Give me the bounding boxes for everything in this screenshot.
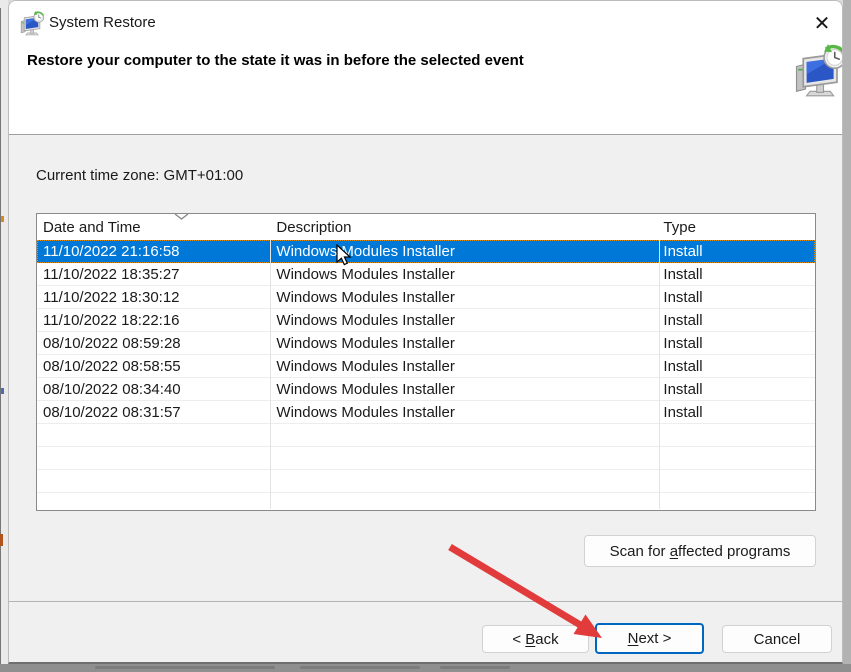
cell-type: Install [663,288,703,306]
page-instruction: Restore your computer to the state it wa… [27,52,524,69]
window-title: System Restore [49,14,156,31]
cell-description: Windows Modules Installer [276,403,455,421]
table-row[interactable]: 08/10/2022 08:59:28 Windows Modules Inst… [37,332,815,355]
cell-date: 08/10/2022 08:59:28 [43,334,181,352]
cell-type: Install [663,334,703,352]
cell-type: Install [663,357,703,375]
system-restore-icon-large [792,42,842,103]
column-divider [659,215,660,509]
cell-type: Install [663,265,703,283]
column-header-description[interactable]: Description [269,219,657,236]
timezone-label: Current time zone: GMT+01:00 [36,167,244,184]
column-header-date[interactable]: Date and Time [37,219,269,236]
cell-description: Windows Modules Installer [276,242,455,260]
restore-points-list: Date and Time Description Type 11/10/202… [36,213,816,511]
cell-type: Install [663,380,703,398]
cell-description: Windows Modules Installer [276,334,455,352]
sort-descending-chevron-icon [174,214,189,225]
cell-description: Windows Modules Installer [276,288,455,306]
cell-date: 11/10/2022 18:30:12 [43,288,180,306]
background-window-bottom-edge [0,664,851,672]
cell-type: Install [663,242,703,260]
footer-separator [9,601,842,602]
cell-date: 08/10/2022 08:58:55 [43,357,181,375]
background-window-left-edge [0,0,8,664]
back-button[interactable]: < Back [482,625,589,653]
cell-date: 11/10/2022 18:22:16 [43,311,180,329]
empty-row [37,470,815,493]
empty-row [37,447,815,470]
list-header-row: Date and Time Description Type [37,214,815,240]
empty-row [37,424,815,447]
background-fragment [1,216,4,222]
table-row[interactable]: 08/10/2022 08:58:55 Windows Modules Inst… [37,355,815,378]
close-icon: ✕ [813,12,831,35]
scan-for-affected-programs-button[interactable]: Scan for a ffected programs [584,535,816,567]
close-button[interactable]: ✕ [805,7,839,39]
column-header-type[interactable]: Type [657,219,815,236]
table-row[interactable]: 08/10/2022 08:34:40 Windows Modules Inst… [37,378,815,401]
cell-description: Windows Modules Installer [276,265,455,283]
cell-type: Install [663,311,703,329]
table-row[interactable]: 11/10/2022 18:22:16 Windows Modules Inst… [37,309,815,332]
background-fragment [0,534,3,546]
empty-row [37,493,815,510]
system-restore-icon [19,10,45,41]
cell-date: 08/10/2022 08:34:40 [43,380,181,398]
next-button[interactable]: Next > [595,623,704,654]
system-restore-dialog: System Restore ✕ Restore your computer t… [8,0,843,664]
background-window-right-edge [843,0,851,664]
table-row-selected[interactable]: 11/10/2022 21:16:58 Windows Modules Inst… [37,240,815,263]
cell-date: 11/10/2022 21:16:58 [43,242,180,260]
table-row[interactable]: 08/10/2022 08:31:57 Windows Modules Inst… [37,401,815,424]
cell-description: Windows Modules Installer [276,357,455,375]
cell-date: 11/10/2022 18:35:27 [43,265,180,283]
background-fragment [1,388,4,394]
cancel-button[interactable]: Cancel [722,625,832,653]
cell-description: Windows Modules Installer [276,380,455,398]
table-row[interactable]: 11/10/2022 18:35:27 Windows Modules Inst… [37,263,815,286]
cell-date: 08/10/2022 08:31:57 [43,403,181,421]
titlebar[interactable]: System Restore ✕ [9,1,842,45]
background-window-border [0,8,1,664]
cell-description: Windows Modules Installer [276,311,455,329]
table-row[interactable]: 11/10/2022 18:30:12 Windows Modules Inst… [37,286,815,309]
cell-type: Install [663,403,703,421]
column-divider [270,215,271,509]
